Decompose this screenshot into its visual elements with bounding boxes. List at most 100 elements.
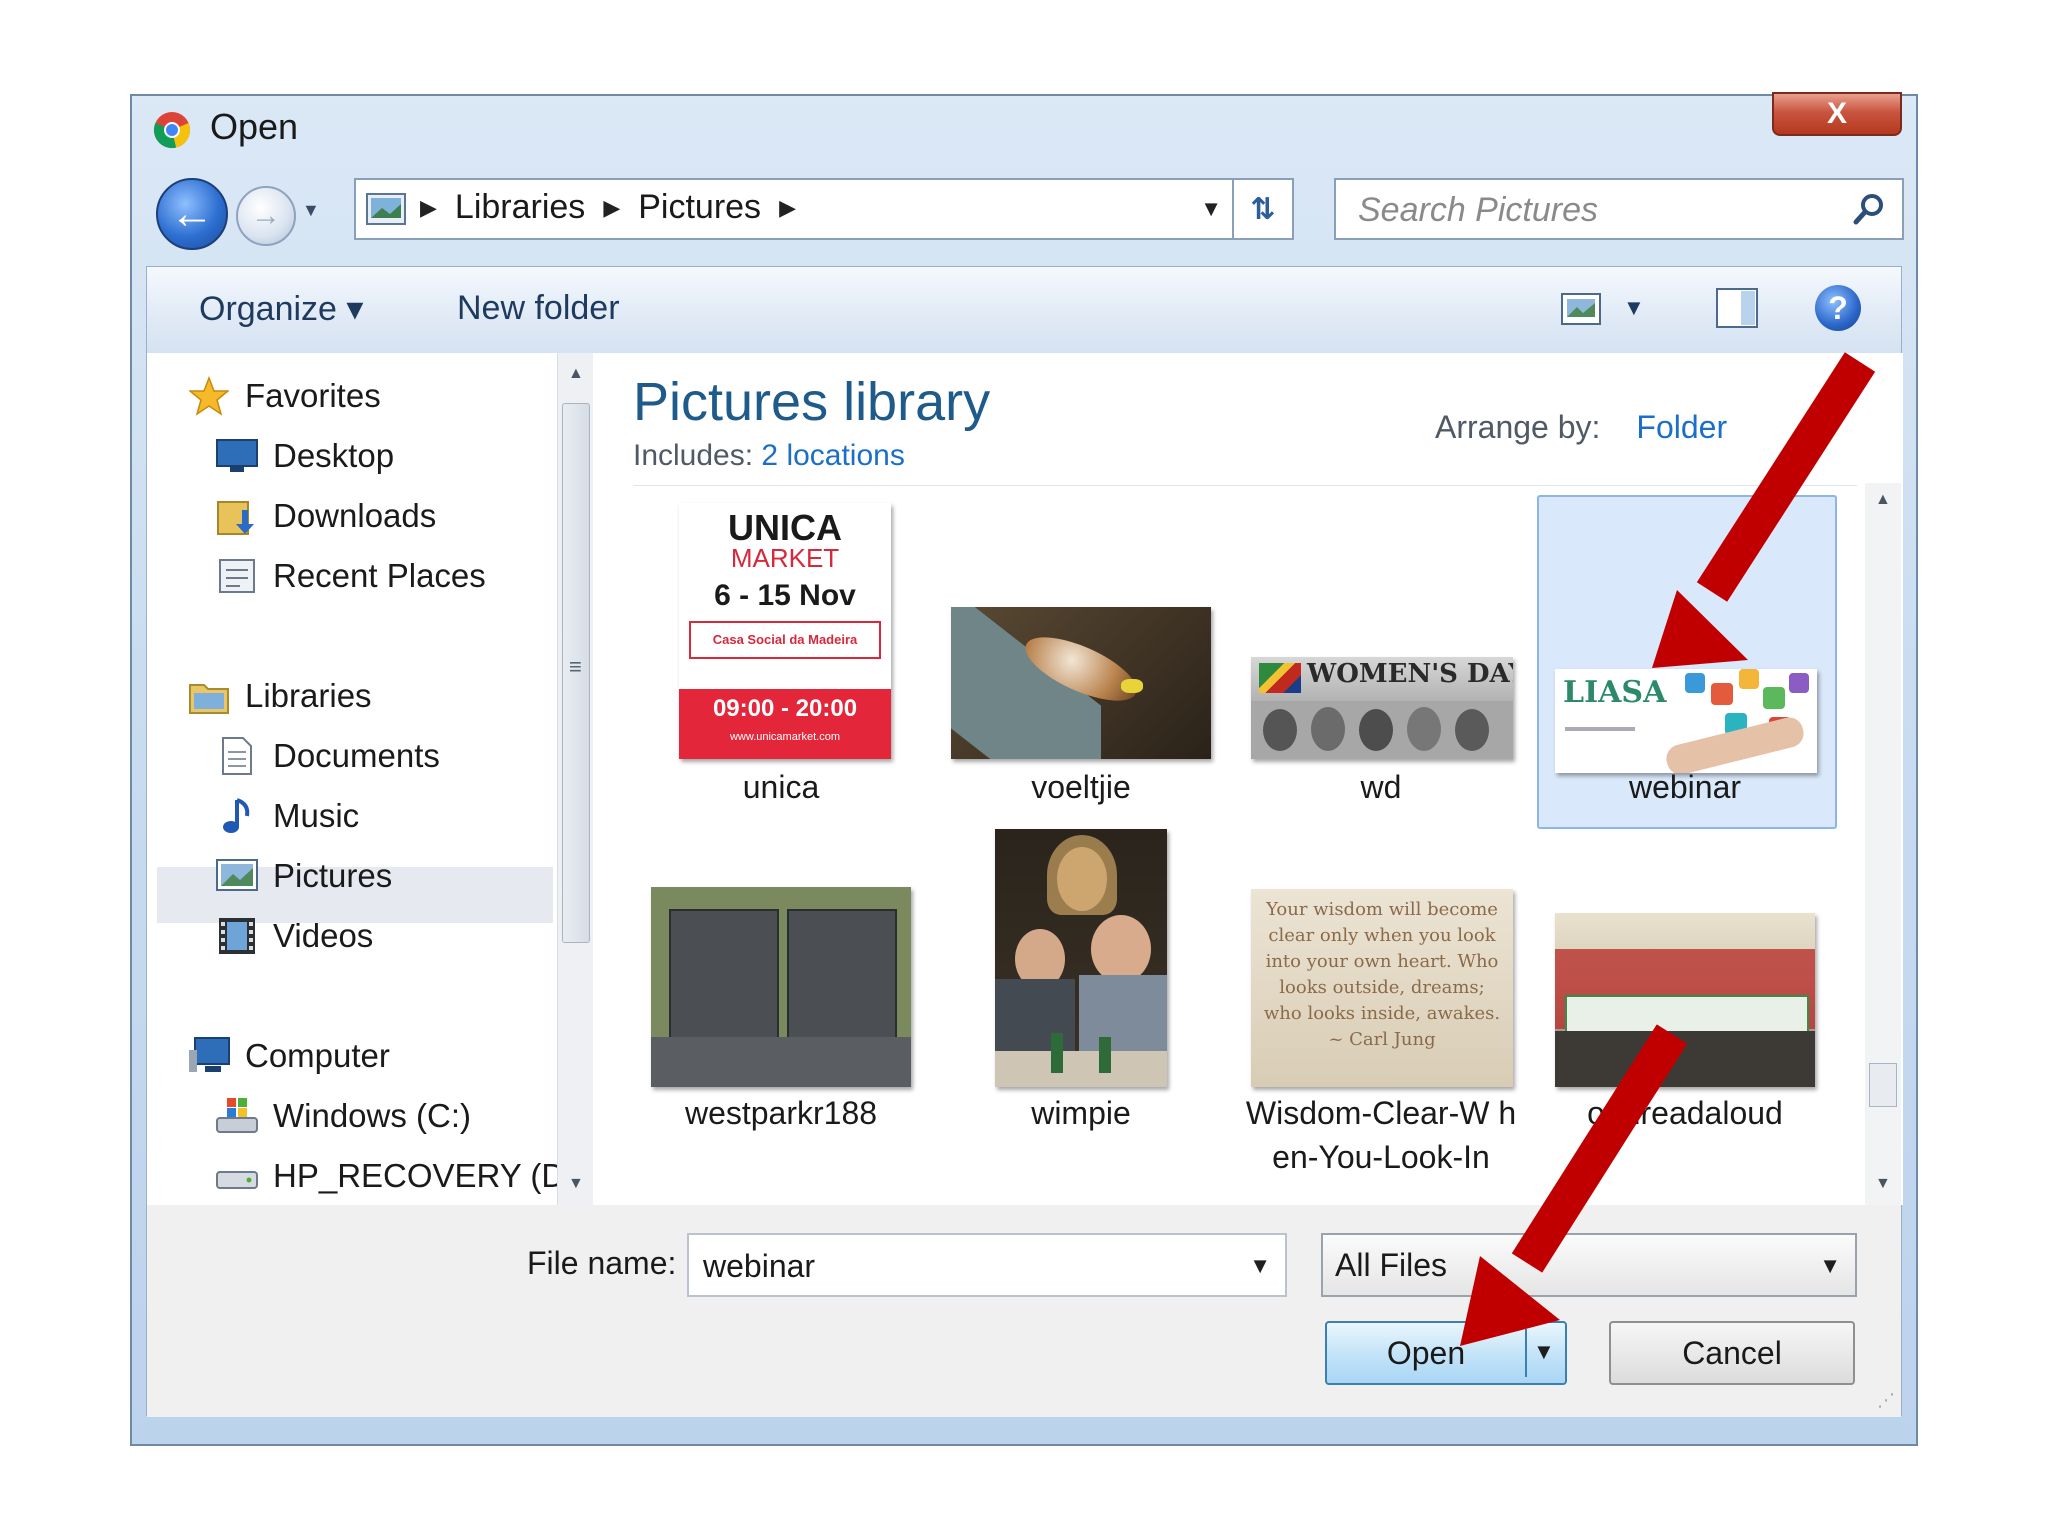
nav-item-computer[interactable]: Computer xyxy=(187,1033,390,1079)
search-box[interactable] xyxy=(1334,178,1904,240)
nav-label: Downloads xyxy=(273,497,437,534)
breadcrumb-libraries[interactable]: Libraries xyxy=(455,188,585,227)
back-button[interactable]: ← xyxy=(156,178,228,250)
arrange-label: Arrange by: xyxy=(1435,409,1601,445)
nav-item-recovery-drive[interactable]: HP_RECOVERY (D xyxy=(215,1153,565,1199)
file-name-label: File name: xyxy=(527,1245,677,1281)
file-tile-voeltjie[interactable]: voeltjie xyxy=(933,503,1229,805)
downloads-icon xyxy=(215,496,259,536)
file-type-value: All Files xyxy=(1335,1247,1448,1283)
search-input[interactable] xyxy=(1356,180,1830,240)
nav-item-desktop[interactable]: Desktop xyxy=(215,433,394,479)
window-title: Open xyxy=(210,106,299,147)
recent-places-icon xyxy=(215,556,259,596)
nav-item-music[interactable]: Music xyxy=(215,793,359,839)
nav-item-pictures[interactable]: Pictures xyxy=(215,853,392,899)
nav-scrollbar[interactable]: ▲ ≡ ▼ xyxy=(557,353,594,1205)
view-options-dropdown-icon[interactable]: ▼ xyxy=(1623,295,1645,321)
scroll-up-icon[interactable]: ▲ xyxy=(568,365,584,383)
nav-scroll-thumb[interactable]: ≡ xyxy=(562,403,590,943)
breadcrumb-chevron-icon[interactable]: ▶ xyxy=(603,195,620,221)
file-tile-wisdom[interactable]: Your wisdom will become clear only when … xyxy=(1233,829,1529,1175)
nav-item-videos[interactable]: Videos xyxy=(215,913,373,959)
file-type-select[interactable]: All Files ▼ xyxy=(1321,1233,1857,1297)
back-arrow-icon: ← xyxy=(170,189,214,238)
scroll-down-icon[interactable]: ▼ xyxy=(1875,1175,1891,1193)
star-icon xyxy=(187,376,231,416)
file-list-pane: Pictures library Includes: 2 locations A… xyxy=(593,353,1903,1205)
file-name-input[interactable] xyxy=(701,1235,1225,1297)
title-bar: Open X xyxy=(132,92,1916,176)
nav-label: Documents xyxy=(273,737,440,774)
forward-arrow-icon: → xyxy=(251,199,281,232)
navigation-pane: Favorites Desktop Downloads Recent Place… xyxy=(147,353,594,1205)
nav-label: Recent Places xyxy=(273,557,486,594)
help-button[interactable]: ? xyxy=(1815,285,1861,331)
recent-locations-dropdown[interactable]: ▼ xyxy=(302,200,320,221)
arrange-by: Arrange by: Folder xyxy=(1435,409,1727,446)
file-tile-wimpie[interactable]: wimpie xyxy=(933,829,1229,1169)
file-name: webinar xyxy=(1628,769,1742,805)
open-dialog: Open X ← → ▼ ▶ Libraries ▶ Pictures ▶ ▼ … xyxy=(130,92,1918,1446)
nav-item-recent-places[interactable]: Recent Places xyxy=(215,553,486,599)
dialog-footer: File name: ▼ All Files ▼ Open ▼ Cancel ⋰ xyxy=(147,1205,1901,1417)
file-tile-wd[interactable]: WOMEN'S DAY wd xyxy=(1233,503,1529,805)
change-view-icon[interactable] xyxy=(1561,293,1601,325)
file-type-dropdown-icon[interactable]: ▼ xyxy=(1819,1253,1841,1279)
scroll-down-icon[interactable]: ▼ xyxy=(568,1175,584,1193)
grip-icon: ≡ xyxy=(569,654,582,679)
header-divider xyxy=(633,485,1857,486)
nav-label: Desktop xyxy=(273,437,395,474)
resize-grip-icon[interactable]: ⋰ xyxy=(1877,1390,1895,1411)
nav-label: Videos xyxy=(273,917,374,954)
breadcrumb-pictures[interactable]: Pictures xyxy=(638,188,761,227)
library-includes: Includes: 2 locations xyxy=(633,439,905,473)
breadcrumb-chevron-icon[interactable]: ▶ xyxy=(779,195,796,221)
preview-pane-icon[interactable] xyxy=(1715,287,1759,329)
file-name: orldreadaloud xyxy=(1587,1095,1783,1131)
drive-icon xyxy=(215,1156,259,1196)
refresh-button[interactable]: ⇅ xyxy=(1234,178,1294,240)
organize-button[interactable]: Organize ▾ xyxy=(199,289,363,329)
open-options-dropdown-icon[interactable]: ▼ xyxy=(1533,1339,1555,1365)
new-folder-button[interactable]: New folder xyxy=(457,289,620,328)
file-tile-unica[interactable]: UNICA MARKET 6 - 15 Nov Casa Social da M… xyxy=(633,503,929,805)
forward-button[interactable]: → xyxy=(236,186,296,246)
chrome-icon xyxy=(153,112,191,149)
locations-link[interactable]: 2 locations xyxy=(761,439,904,472)
windows-drive-icon xyxy=(215,1096,259,1136)
libraries-icon xyxy=(187,676,231,716)
file-name: voeltjie xyxy=(1031,769,1131,805)
open-button-label: Open xyxy=(1386,1335,1466,1371)
help-icon: ? xyxy=(1828,289,1848,326)
worldreadaloud-thumbnail xyxy=(1555,913,1815,1087)
nav-label: Pictures xyxy=(273,857,393,894)
open-button[interactable]: Open ▼ xyxy=(1325,1321,1567,1385)
documents-icon xyxy=(215,736,259,776)
content-scrollbar[interactable]: ▲ ▼ xyxy=(1865,483,1901,1205)
nav-item-documents[interactable]: Documents xyxy=(215,733,440,779)
file-name-combobox[interactable]: ▼ xyxy=(687,1233,1287,1297)
breadcrumb-chevron-icon[interactable]: ▶ xyxy=(420,195,437,221)
address-bar[interactable]: ▶ Libraries ▶ Pictures ▶ ▼ xyxy=(354,178,1234,240)
close-button[interactable]: X xyxy=(1772,92,1902,136)
file-tile-worldreadaloud[interactable]: orldreadaloud xyxy=(1537,829,1833,1169)
refresh-icon: ⇅ xyxy=(1250,192,1276,226)
music-icon xyxy=(215,796,259,836)
file-name-dropdown-icon[interactable]: ▼ xyxy=(1249,1253,1271,1279)
split-divider xyxy=(1525,1329,1527,1377)
scroll-up-icon[interactable]: ▲ xyxy=(1875,491,1891,509)
nav-item-downloads[interactable]: Downloads xyxy=(215,493,436,539)
file-tile-westparkr188[interactable]: westparkr188 xyxy=(633,829,929,1169)
wimpie-thumbnail xyxy=(995,829,1167,1087)
content-scroll-thumb[interactable] xyxy=(1869,1063,1897,1107)
nav-label: Computer xyxy=(245,1037,390,1074)
search-icon[interactable] xyxy=(1852,192,1886,226)
nav-item-favorites[interactable]: Favorites xyxy=(187,373,381,419)
nav-item-libraries[interactable]: Libraries xyxy=(187,673,372,719)
file-tile-webinar[interactable]: LIASA webinar xyxy=(1537,503,1833,805)
address-dropdown-icon[interactable]: ▼ xyxy=(1200,196,1222,222)
arrange-value-link[interactable]: Folder xyxy=(1636,409,1727,445)
cancel-button[interactable]: Cancel xyxy=(1609,1321,1855,1385)
nav-item-windows-drive[interactable]: Windows (C:) xyxy=(215,1093,471,1139)
